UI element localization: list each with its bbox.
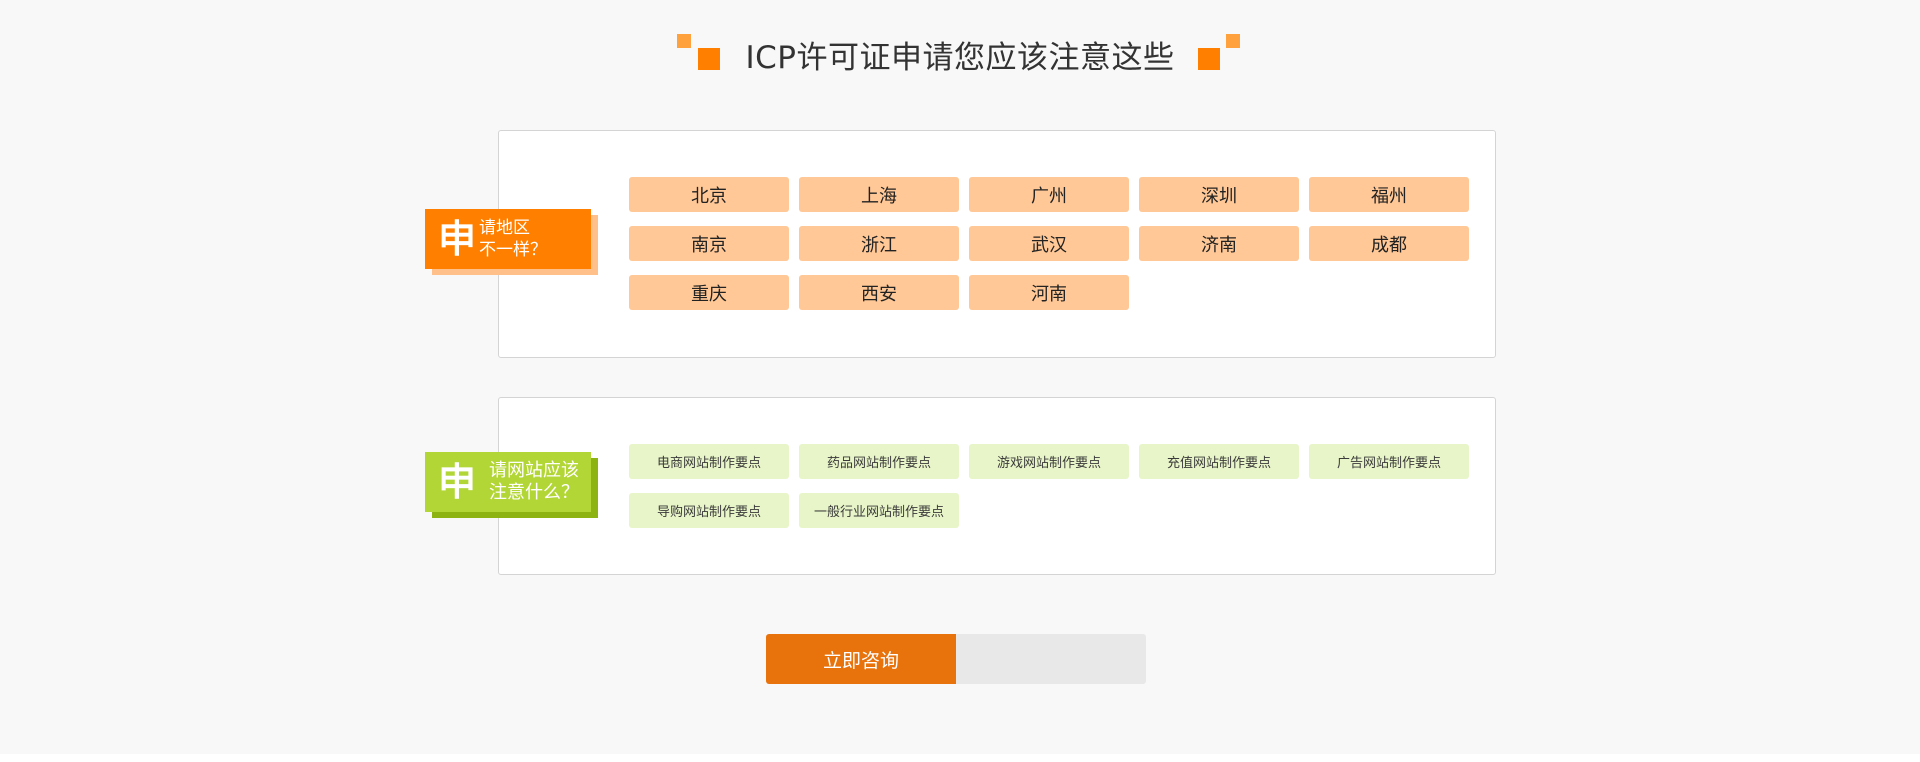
badge-face: 申 请网站应该 注意什么？ xyxy=(425,452,591,512)
badge-line-1: 请网站应该 xyxy=(489,460,579,481)
consult-button-extension xyxy=(956,634,1146,684)
region-item[interactable]: 福州 xyxy=(1309,177,1469,212)
region-item[interactable]: 河南 xyxy=(969,275,1129,310)
site-badge: 申 请网站应该 注意什么？ xyxy=(425,452,598,518)
region-item[interactable]: 南京 xyxy=(629,226,789,261)
site-topic-list: 电商网站制作要点 药品网站制作要点 游戏网站制作要点 充值网站制作要点 广告网站… xyxy=(629,444,1469,528)
badge-text: 请网站应该 注意什么？ xyxy=(489,460,579,504)
badge-line-2: 不一样？ xyxy=(479,240,547,260)
site-topic-item[interactable]: 充值网站制作要点 xyxy=(1139,444,1299,479)
region-item[interactable]: 成都 xyxy=(1309,226,1469,261)
region-badge: 申 请地区 不一样？ xyxy=(425,209,598,275)
region-item[interactable]: 上海 xyxy=(799,177,959,212)
badge-glyph-icon: 申 xyxy=(437,217,476,261)
section-header: ICP许可证申请您应该注意这些 xyxy=(0,24,1920,84)
region-item[interactable]: 深圳 xyxy=(1139,177,1299,212)
decor-square xyxy=(1226,34,1240,48)
site-topic-item[interactable]: 电商网站制作要点 xyxy=(629,444,789,479)
site-topic-item[interactable]: 一般行业网站制作要点 xyxy=(799,493,959,528)
site-topic-item[interactable]: 游戏网站制作要点 xyxy=(969,444,1129,479)
decor-square xyxy=(1198,48,1220,70)
badge-text: 请地区 不一样？ xyxy=(479,217,547,261)
region-item[interactable]: 广州 xyxy=(969,177,1129,212)
badge-line-2: 注意什么？ xyxy=(489,482,579,503)
badge-glyph-icon: 申 xyxy=(437,460,476,504)
consult-cta: 立即咨询 xyxy=(766,634,1146,684)
region-item[interactable]: 武汉 xyxy=(969,226,1129,261)
region-item[interactable]: 重庆 xyxy=(629,275,789,310)
page-bottom-strip xyxy=(0,754,1920,762)
region-item[interactable]: 北京 xyxy=(629,177,789,212)
consult-button[interactable]: 立即咨询 xyxy=(766,634,956,684)
page-title: ICP许可证申请您应该注意这些 xyxy=(745,40,1175,76)
region-item[interactable]: 浙江 xyxy=(799,226,959,261)
site-topic-item[interactable]: 导购网站制作要点 xyxy=(629,493,789,528)
region-item[interactable]: 济南 xyxy=(1139,226,1299,261)
site-topic-item[interactable]: 广告网站制作要点 xyxy=(1309,444,1469,479)
site-topic-item[interactable]: 药品网站制作要点 xyxy=(799,444,959,479)
badge-face: 申 请地区 不一样？ xyxy=(425,209,591,269)
region-list: 北京 上海 广州 深圳 福州 南京 浙江 武汉 济南 成都 重庆 西安 河南 xyxy=(629,177,1469,310)
region-item[interactable]: 西安 xyxy=(799,275,959,310)
badge-line-1: 请地区 xyxy=(479,218,530,238)
